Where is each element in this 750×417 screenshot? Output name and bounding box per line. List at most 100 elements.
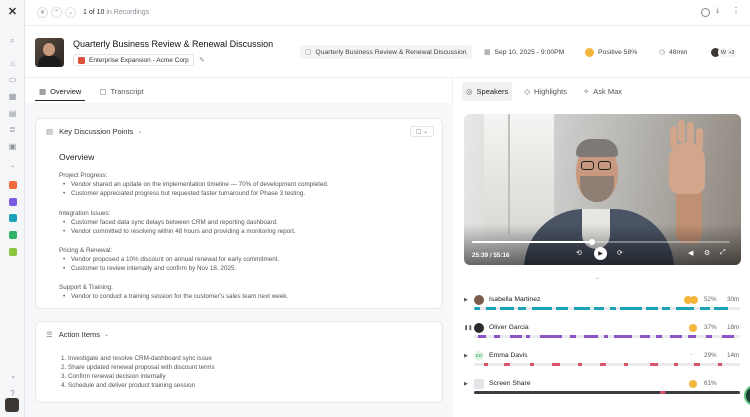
- right-pane: ◎ Speakers ◇ Highlights ✧ Ask Max 25:39 …: [454, 78, 750, 417]
- rewind-icon[interactable]: ⟲: [576, 249, 582, 257]
- chevron-up-icon[interactable]: ⌃: [51, 7, 62, 18]
- home-icon[interactable]: ⌂: [7, 58, 18, 69]
- meeting-tag: ▢ Quarterly Business Review & Renewal Di…: [300, 45, 472, 59]
- timeline-segment: [714, 307, 728, 310]
- download-icon[interactable]: ⤓: [716, 7, 719, 15]
- play-button[interactable]: ▶: [594, 247, 607, 260]
- timeline-segment: [620, 307, 642, 310]
- timeline-segment: [646, 307, 658, 310]
- app-logo-icon[interactable]: ✕: [6, 6, 19, 19]
- action-item: 4. Schedule and deliver product training…: [61, 382, 196, 389]
- calendar-icon[interactable]: ▦: [7, 91, 18, 102]
- app-green-icon[interactable]: [7, 229, 18, 240]
- deal-icon: [78, 56, 85, 64]
- timeline-segment: [722, 335, 734, 338]
- tab-ask-max-label: Ask Max: [593, 87, 623, 96]
- left-pane: ▦ Overview ▢ Transcript ▤ Key Discussion…: [25, 78, 453, 417]
- app-lime-icon[interactable]: [7, 246, 18, 257]
- app-teal-icon[interactable]: [7, 212, 18, 223]
- speaker-avatar: [474, 323, 484, 333]
- timeline-segment: [656, 335, 662, 338]
- volume-icon[interactable]: ◀: [688, 249, 693, 257]
- highlight-icon: ◇: [524, 87, 531, 96]
- tab-highlights[interactable]: ◇ Highlights: [520, 82, 571, 101]
- participants-more: +3: [726, 46, 737, 58]
- expand-icon[interactable]: ▶: [464, 353, 468, 359]
- speaker-percent: 61%: [704, 380, 717, 387]
- key-points-header[interactable]: ▤ Key Discussion Points ⌄: [46, 127, 142, 136]
- chevron-up-icon[interactable]: ⌃: [7, 163, 18, 174]
- tab-overview[interactable]: ▦ Overview: [35, 82, 86, 101]
- tab-speakers-label: Speakers: [476, 87, 509, 96]
- timeline-segment: [484, 363, 488, 366]
- speaker-row[interactable]: ❚❚ Oliver Garcia 37% 18m: [464, 323, 741, 349]
- copy-dropdown-button[interactable]: ▢ ⌄: [410, 126, 434, 137]
- participants[interactable]: W +3: [710, 45, 737, 59]
- speaker-timeline[interactable]: [474, 307, 740, 310]
- timeline-segment: [570, 335, 576, 338]
- fullscreen-icon[interactable]: ⤢: [720, 249, 726, 257]
- more-icon[interactable]: ⋮: [732, 6, 740, 15]
- edit-icon[interactable]: ✎: [199, 56, 205, 64]
- timeline-segment: [474, 391, 740, 394]
- bullet-item: Customer to review internally and confir…: [63, 265, 236, 272]
- deal-chip[interactable]: Enterprise Expansion - Acme Corp: [73, 54, 194, 66]
- chevron-down-icon[interactable]: ⌄: [65, 7, 76, 18]
- speaker-timeline[interactable]: [474, 363, 740, 366]
- pause-icon[interactable]: ❚❚: [464, 325, 472, 331]
- action-items-title: Action Items: [58, 330, 100, 339]
- timeline-segment: [574, 307, 590, 310]
- search-icon[interactable]: ⌕: [7, 35, 18, 46]
- video-progress-handle[interactable]: [588, 239, 595, 245]
- speaker-duration: 18m: [727, 324, 740, 331]
- key-points-card: ▤ Key Discussion Points ⌄ ▢ ⌄ Overview P…: [35, 118, 443, 309]
- timeline-segment: [552, 363, 560, 366]
- tab-overview-label: Overview: [50, 86, 82, 96]
- app-purple-icon[interactable]: [7, 196, 18, 207]
- action-items-card: ☰ Action Items ⌄ 1. Investigate and reso…: [35, 321, 443, 403]
- tab-speakers[interactable]: ◎ Speakers: [462, 82, 513, 101]
- speaker-percent: 52%: [704, 296, 717, 303]
- meeting-tag-label: Quarterly Business Review & Renewal Disc…: [315, 48, 467, 56]
- speaker-row[interactable]: ▶ Isabella Martinez 52% 30m: [464, 295, 741, 321]
- speaker-timeline[interactable]: [474, 391, 740, 394]
- grid-icon[interactable]: ▣: [7, 141, 18, 152]
- action-item: 1. Investigate and resolve CRM-dashboard…: [61, 355, 212, 362]
- bell-icon[interactable]: ◔: [7, 372, 18, 383]
- speakers-icon: ◎: [466, 87, 473, 96]
- app-orange-icon[interactable]: [7, 179, 18, 190]
- video-progress-bar[interactable]: [472, 239, 730, 245]
- info-icon[interactable]: [701, 8, 710, 17]
- timeline-segment: [662, 307, 670, 310]
- tab-ask-max[interactable]: ✧ Ask Max: [579, 82, 626, 101]
- document-icon[interactable]: ▤: [7, 108, 18, 119]
- forward-icon[interactable]: ⟳: [617, 249, 623, 257]
- timeline-segment: [504, 363, 510, 366]
- video-player[interactable]: 25:39 / 55:16 ⟲ ▶ ⟳ ◀ ⚙ ⤢: [464, 114, 741, 265]
- timeline-segment: [718, 363, 722, 366]
- timeline-segment: [578, 363, 582, 366]
- speaker-row[interactable]: ▶ ED Emma Davis - 29% 14m: [464, 351, 741, 377]
- collapse-chevron-icon[interactable]: ⌃: [595, 277, 600, 284]
- expand-icon[interactable]: ▶: [464, 297, 468, 303]
- timeline-segment: [486, 307, 496, 310]
- timeline-segment: [624, 363, 628, 366]
- speaker-timeline[interactable]: [474, 335, 740, 338]
- video-person-hair: [576, 139, 618, 157]
- mood-empty: -: [690, 352, 692, 358]
- speaker-duration: 30m: [727, 296, 740, 303]
- list-icon[interactable]: ≣: [7, 124, 18, 135]
- bullet-item: Vendor to conduct a training session for…: [63, 293, 288, 300]
- user-avatar[interactable]: [5, 398, 19, 412]
- action-items-header[interactable]: ☰ Action Items ⌄: [46, 330, 109, 339]
- deal-chip-label: Enterprise Expansion - Acme Corp: [89, 56, 189, 64]
- speaker-row[interactable]: ▶ Screen Share 61%: [464, 379, 741, 405]
- tab-transcript[interactable]: ▢ Transcript: [95, 82, 147, 101]
- timeline-segment: [556, 307, 568, 310]
- close-icon[interactable]: ✕: [37, 7, 48, 18]
- settings-icon[interactable]: ⚙: [704, 249, 710, 257]
- speaker-avatar: [474, 295, 484, 305]
- expand-icon[interactable]: ▶: [464, 381, 468, 387]
- video-progress-fill: [472, 241, 592, 243]
- chat-icon[interactable]: ▭: [7, 74, 18, 85]
